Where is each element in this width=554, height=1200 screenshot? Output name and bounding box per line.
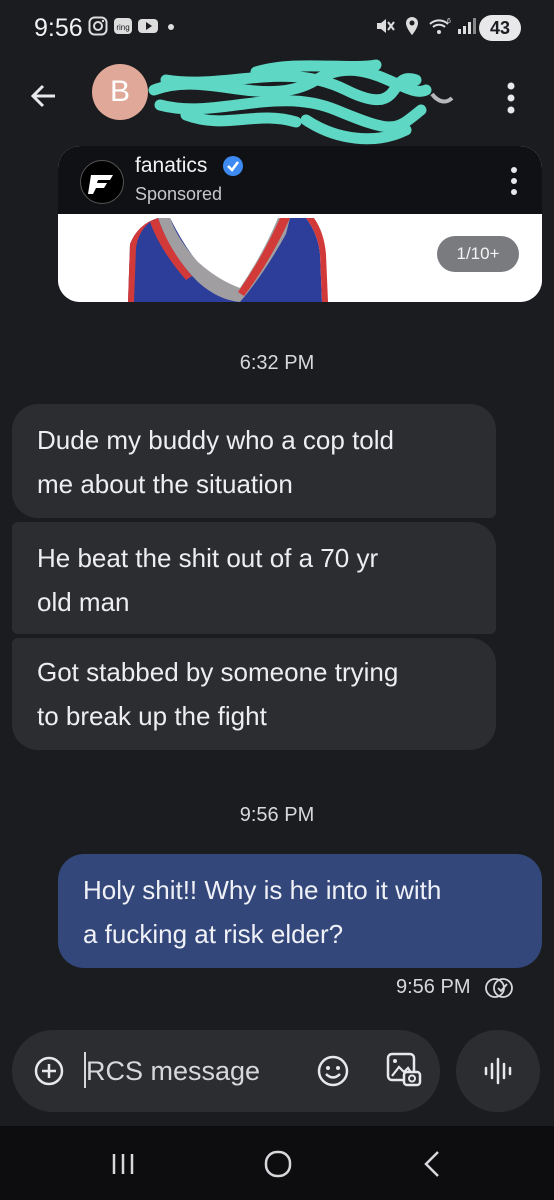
message-line: old man [37, 587, 130, 617]
text-cursor [84, 1052, 86, 1088]
verified-badge-icon [223, 156, 243, 176]
message-line: Holy shit!! Why is he into it with [83, 875, 442, 905]
location-icon [406, 17, 418, 35]
read-receipt-icon [485, 978, 513, 998]
incoming-message[interactable]: Dude my buddy who a cop told me about th… [12, 404, 496, 518]
emoji-icon[interactable] [316, 1054, 350, 1088]
message-input[interactable] [84, 1052, 298, 1090]
incoming-message[interactable]: He beat the shit out of a 70 yr old man [12, 522, 496, 634]
ad-more-icon[interactable] [504, 164, 524, 198]
compose-bar [12, 1030, 440, 1112]
gallery-icon[interactable] [384, 1050, 424, 1090]
message-line: Dude my buddy who a cop told [37, 425, 394, 455]
ad-sponsored-label: Sponsored [135, 184, 223, 204]
status-time: 9:56 [34, 14, 83, 42]
more-vert-icon[interactable] [496, 78, 526, 118]
outgoing-message[interactable]: Holy shit!! Why is he into it with a fuc… [58, 854, 542, 968]
redaction-scribble [148, 59, 454, 145]
message-line: a fucking at risk elder? [83, 919, 344, 949]
voice-icon [484, 1057, 512, 1085]
recents-icon[interactable] [108, 1144, 138, 1184]
message-line: He beat the shit out of a 70 yr [37, 543, 379, 573]
battery-indicator: 43 [479, 15, 521, 41]
back-arrow-icon[interactable] [24, 76, 64, 116]
dot-icon [168, 24, 174, 30]
fanatics-logo-icon [80, 160, 124, 204]
signal-icon [458, 18, 476, 34]
ad-brand: fanatics [135, 154, 208, 177]
add-circle-icon[interactable] [34, 1056, 64, 1086]
incoming-message[interactable]: Got stabbed by someone trying to break u… [12, 638, 496, 750]
conversation-timestamp: 9:56 PM [239, 804, 315, 826]
avatar-letter: B [109, 75, 130, 108]
system-nav-bar [0, 1126, 554, 1200]
voice-message-button[interactable] [456, 1030, 540, 1112]
battery-level: 43 [489, 18, 511, 38]
sponsored-ad-card[interactable]: fanatics Sponsored 1/10+ [58, 146, 542, 302]
sent-time: 9:56 PM [396, 976, 471, 998]
ad-header: fanatics Sponsored [58, 146, 542, 214]
svg-text:6: 6 [447, 18, 451, 25]
ad-carousel-counter: 1/10+ [437, 236, 519, 272]
conversation-timestamp: 6:32 PM [239, 352, 315, 374]
message-line: Got stabbed by someone trying [37, 657, 399, 687]
message-line: to break up the fight [37, 701, 267, 731]
nav-back-icon[interactable] [418, 1144, 448, 1184]
ring-icon: ring [114, 18, 132, 34]
message-line: me about the situation [37, 469, 293, 499]
instagram-icon [88, 16, 108, 36]
home-icon[interactable] [260, 1144, 296, 1184]
mute-icon [377, 19, 395, 33]
contact-avatar[interactable]: B [92, 64, 148, 120]
wifi-icon: 6 [429, 18, 451, 34]
svg-text:ring: ring [116, 23, 129, 32]
youtube-icon [138, 19, 158, 33]
